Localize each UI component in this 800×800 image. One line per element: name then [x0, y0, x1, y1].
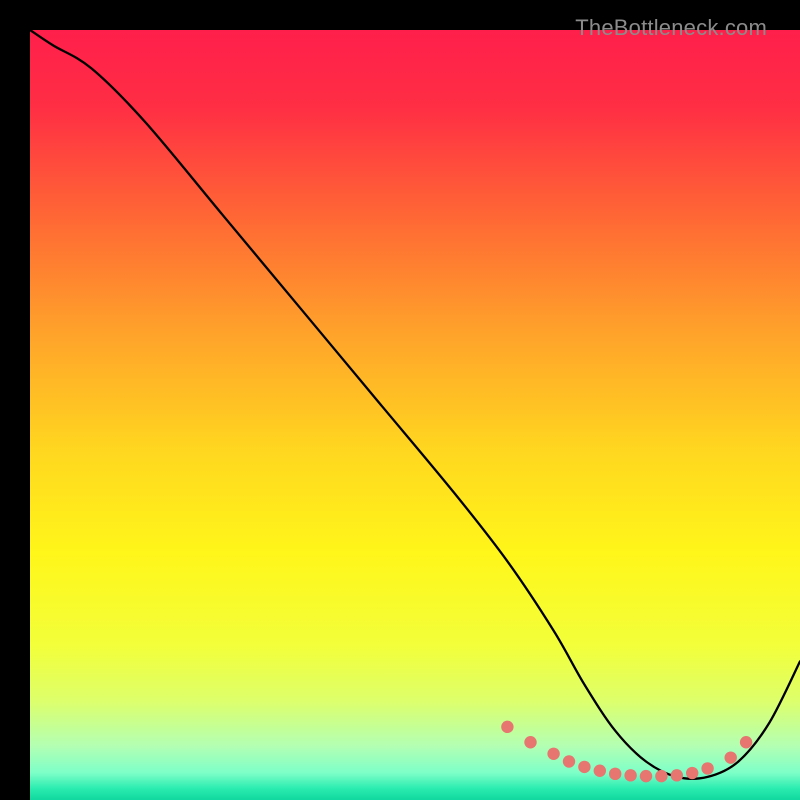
- valley-dot: [624, 769, 636, 781]
- valley-dot: [701, 762, 713, 774]
- valley-dot: [501, 721, 513, 733]
- chart-frame: TheBottleneck.com: [15, 15, 785, 785]
- watermark-label: TheBottleneck.com: [575, 15, 767, 41]
- valley-dot: [578, 761, 590, 773]
- valley-dot: [655, 770, 667, 782]
- valley-dot: [547, 748, 559, 760]
- valley-dot: [671, 769, 683, 781]
- chart-background: [30, 30, 800, 800]
- valley-dot: [524, 736, 536, 748]
- valley-dot: [609, 768, 621, 780]
- valley-dot: [640, 770, 652, 782]
- valley-dot: [563, 755, 575, 767]
- valley-dot: [686, 767, 698, 779]
- valley-dot: [594, 765, 606, 777]
- valley-dot: [740, 736, 752, 748]
- valley-dot: [725, 751, 737, 763]
- bottleneck-chart: [30, 30, 800, 800]
